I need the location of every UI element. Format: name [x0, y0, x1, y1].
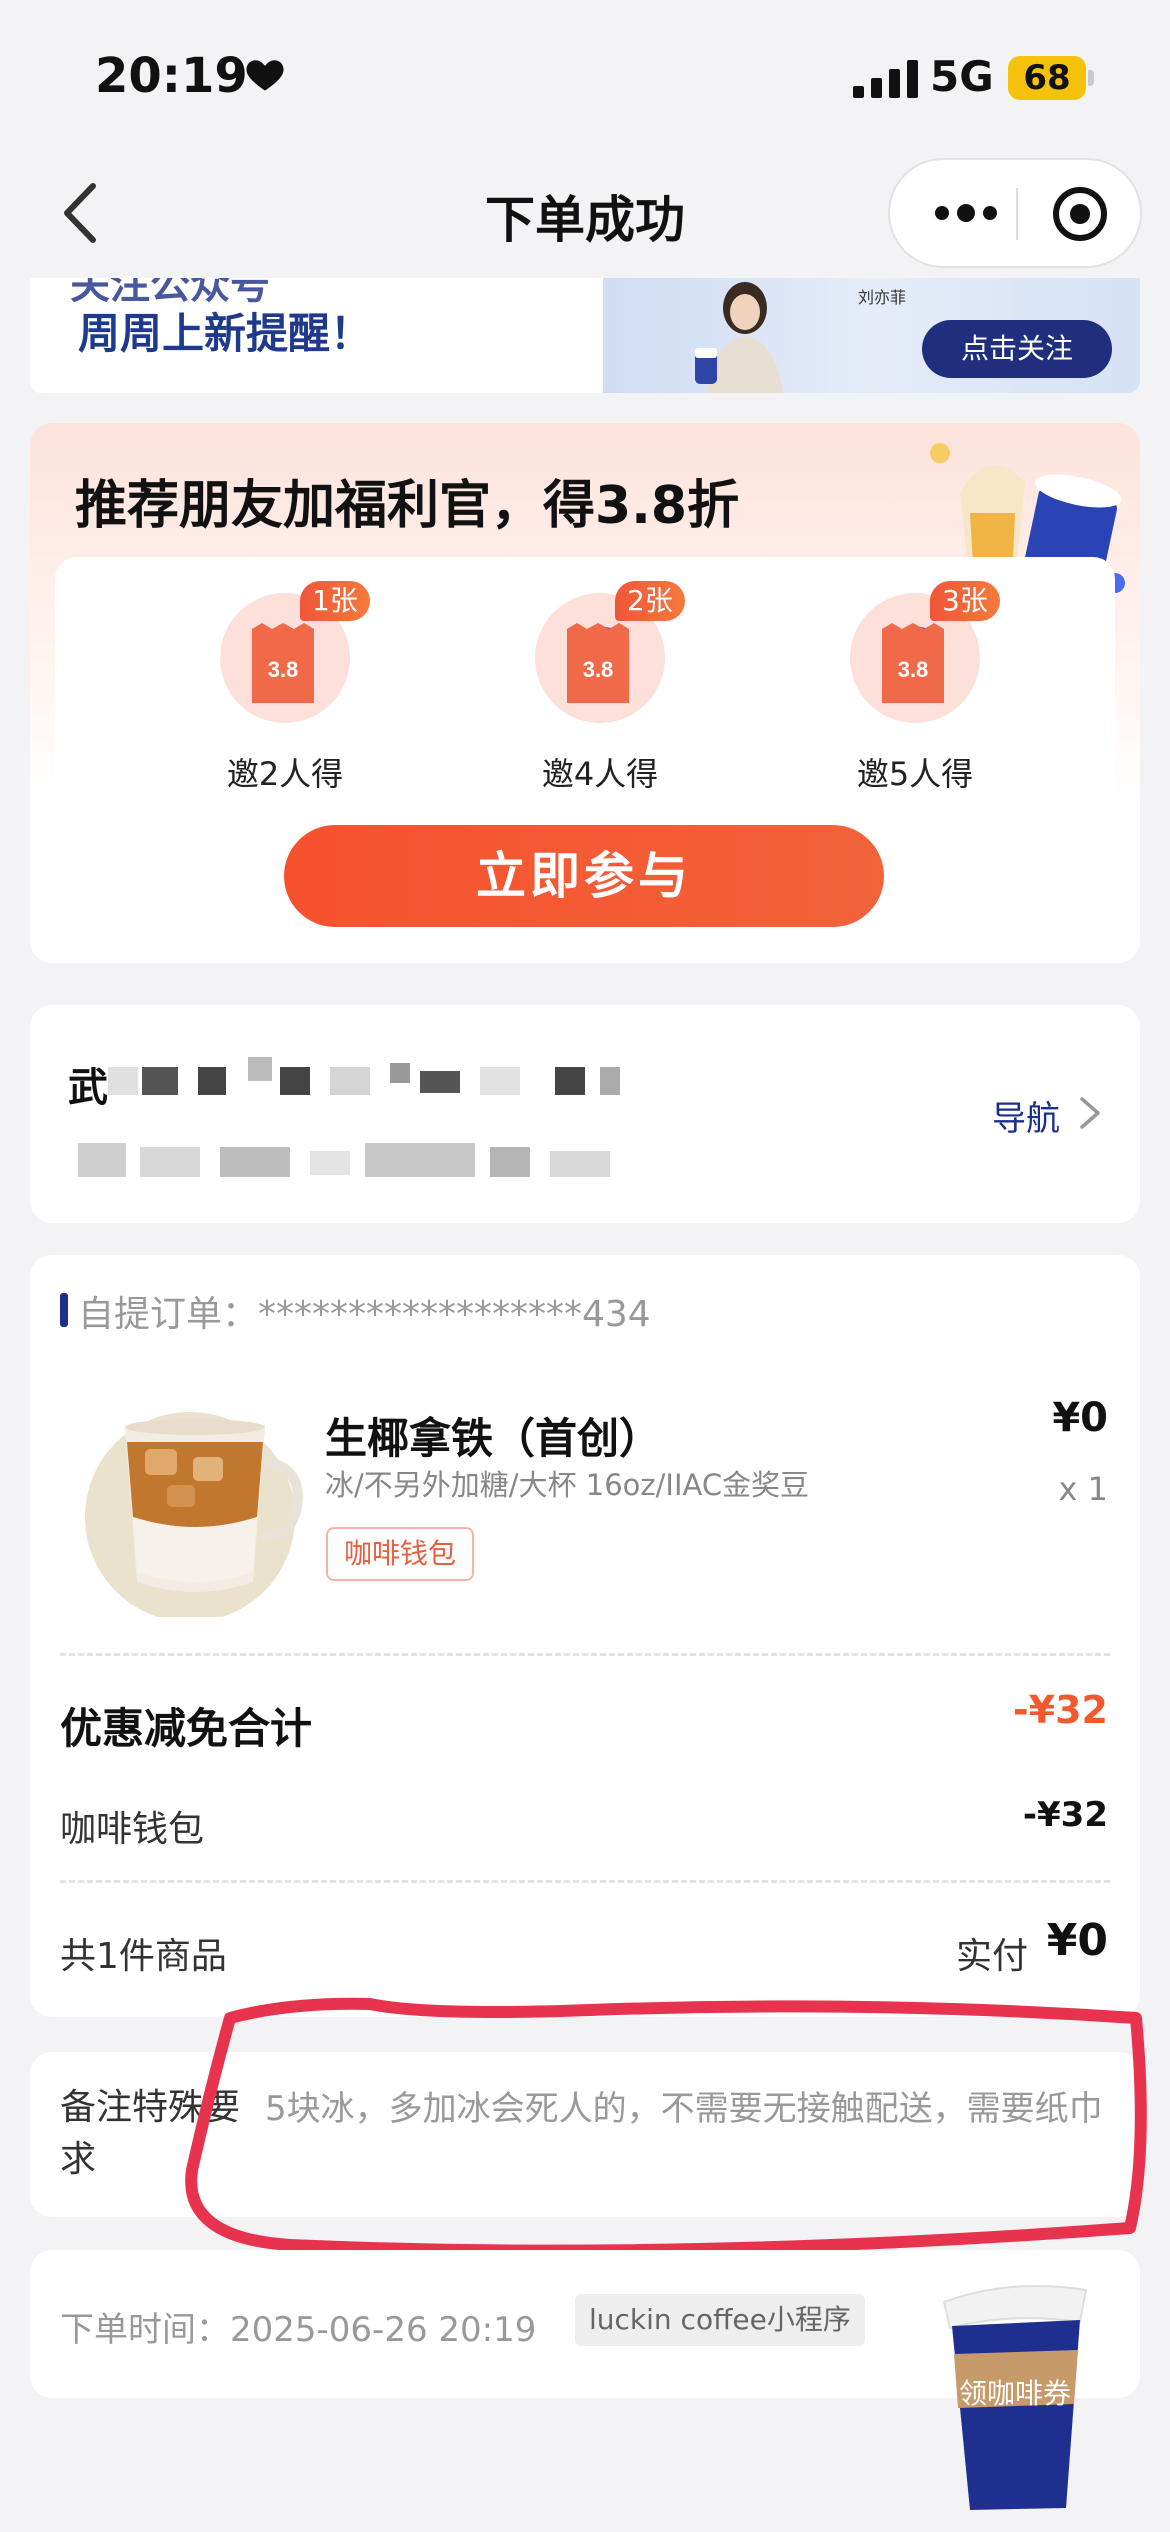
tier-3[interactable]: 3.8 3张 邀5人得 — [800, 581, 1020, 793]
divider — [60, 1880, 1110, 1883]
tier-badge: 2张 — [615, 581, 685, 621]
paid-value: ¥0 — [1046, 1915, 1108, 1966]
product-name: 生椰拿铁（首创） — [325, 1414, 662, 1463]
coffee-wallet-value: -¥32 — [1022, 1795, 1108, 1835]
signature: 刘亦菲 — [858, 288, 907, 307]
divider — [60, 1653, 1110, 1656]
tier-label: 邀2人得 — [226, 755, 344, 793]
order-time: 下单时间：2025-06-26 20:19 — [60, 2310, 537, 2350]
product-price: ¥0 — [1052, 1395, 1108, 1441]
follow-banner[interactable]: 关注公众号 周周上新提醒！ 刘亦菲 点击关注 — [30, 278, 1140, 393]
navigate-link[interactable]: 导航 — [992, 1091, 1060, 1140]
order-card: 自提订单：******************434 生椰拿铁（首创） 冰/不另… — [30, 1255, 1140, 2017]
store-name-redacted — [108, 1067, 138, 1095]
ticket-icon: 3.8 — [252, 623, 314, 703]
ticket-value: 3.8 — [583, 657, 614, 682]
referral-title: 推荐朋友加福利官，得3.8折 — [75, 476, 740, 536]
coffee-wallet-tag: 咖啡钱包 — [326, 1527, 475, 1581]
get-coupon-text[interactable]: 领咖啡券 — [940, 2372, 1090, 2412]
tier-label: 邀4人得 — [541, 755, 659, 793]
store-card: 武 导航 — [30, 1005, 1140, 1223]
ticket-icon: 3.8 — [882, 623, 944, 703]
tier-badge: 1张 — [300, 581, 370, 621]
more-icon[interactable] — [930, 190, 1002, 236]
store-name: 武 — [68, 1065, 108, 1111]
product-spec: 冰/不另外加糖/大杯 16oz/IIAC金奖豆 — [325, 1468, 810, 1502]
remark-card: 备注特殊要求 5块冰，多加冰会死人的，不需要无接触配送，需要纸巾 — [30, 2052, 1140, 2217]
miniprogram-capsule — [888, 158, 1142, 268]
ticket-value: 3.8 — [268, 657, 299, 682]
discount-total-label: 优惠减免合计 — [60, 1704, 313, 1753]
tier-label: 邀5人得 — [856, 755, 974, 793]
nav-bar: 下单成功 — [0, 150, 1170, 280]
tier-1[interactable]: 3.8 1张 邀2人得 — [170, 581, 390, 793]
close-miniprogram-icon[interactable] — [1050, 184, 1110, 244]
battery-level: 68 — [1023, 58, 1071, 98]
celebrity-image — [695, 282, 783, 393]
status-bar: 20:19 5G 68 — [0, 0, 1170, 150]
item-count: 共1件商品 — [60, 1936, 227, 1977]
ticket-value: 3.8 — [898, 657, 929, 682]
join-now-button[interactable]: 立即参与 — [284, 825, 884, 927]
heart-icon — [246, 60, 284, 91]
pickup-order-number: 自提订单：******************434 — [78, 1294, 651, 1335]
follow-banner-text: 周周上新提醒！ — [78, 309, 373, 358]
remark-text: 5块冰，多加冰会死人的，不需要无接触配送，需要纸巾 — [265, 2089, 1103, 2129]
coconut-latte-image — [85, 1412, 303, 1617]
signal-icon — [853, 60, 918, 98]
product-quantity: x 1 — [1058, 1470, 1108, 1508]
tier-badge: 3张 — [930, 581, 1000, 621]
tier-2[interactable]: 3.8 2张 邀4人得 — [485, 581, 705, 793]
referral-card: 推荐朋友加福利官，得3.8折 3.8 1张 邀2人得 3.8 2张 邀4人得 3… — [30, 423, 1140, 963]
follow-button[interactable]: 点击关注 — [922, 320, 1112, 378]
store-address-redacted — [78, 1143, 126, 1177]
order-accent-bar — [60, 1293, 68, 1327]
discount-total-value: -¥32 — [1012, 1688, 1108, 1732]
remark-label: 备注特殊要求 — [60, 2087, 241, 2180]
coffee-wallet-label: 咖啡钱包 — [60, 1809, 205, 1850]
order-source-tag: luckin coffee小程序 — [575, 2294, 865, 2346]
chevron-right-icon[interactable] — [1078, 1095, 1102, 1131]
battery-icon: 68 — [1008, 56, 1094, 100]
paid-label: 实付 — [955, 1936, 1028, 1977]
network-type: 5G — [930, 52, 994, 101]
ticket-icon: 3.8 — [567, 623, 629, 703]
status-time: 20:19 — [95, 48, 248, 104]
